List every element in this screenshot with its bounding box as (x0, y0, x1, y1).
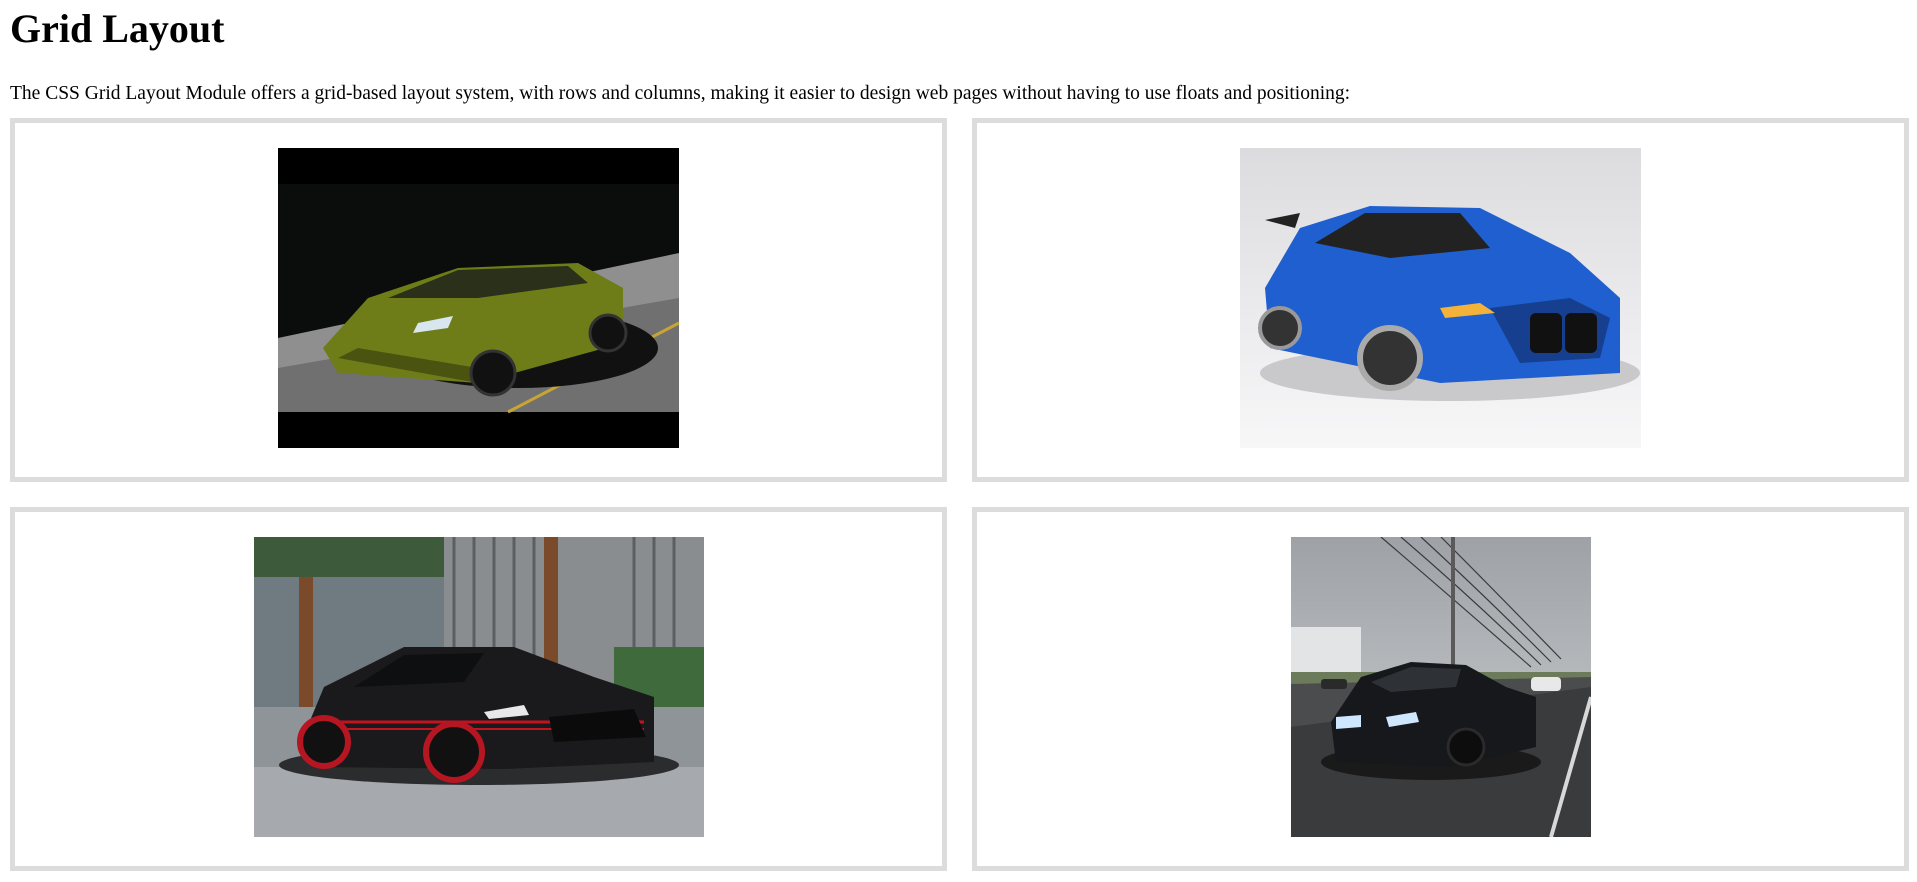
grid-cell-1 (10, 118, 947, 482)
grid-cell-4 (972, 507, 1909, 871)
black-mustang-photo (253, 537, 704, 837)
page-title: Grid Layout (10, 6, 225, 51)
grid-cell-2 (972, 118, 1909, 482)
grid-cell-3 (10, 507, 947, 871)
green-lamborghini-photo (278, 148, 679, 448)
intro-paragraph: The CSS Grid Layout Module offers a grid… (10, 83, 1351, 104)
blue-bmw-photo (1240, 148, 1641, 448)
black-bmw-m4-photo (1290, 537, 1591, 837)
image-grid (10, 118, 1909, 871)
page: Grid Layout The CSS Grid Layout Module o… (0, 0, 1917, 871)
